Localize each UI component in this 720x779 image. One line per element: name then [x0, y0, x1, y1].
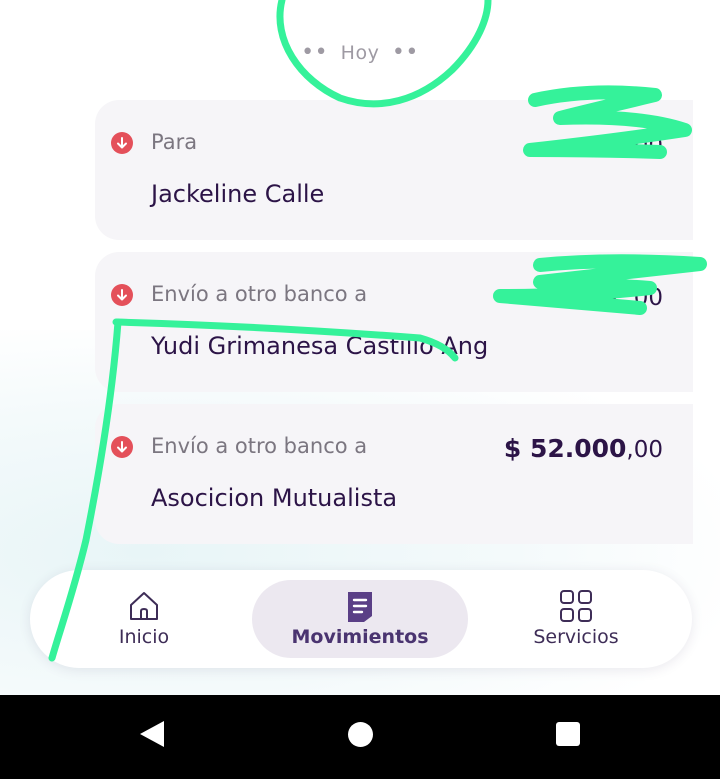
transaction-item[interactable]: Para Jackeline Calle $ ,00: [95, 100, 693, 240]
nav-label: Movimientos: [291, 626, 429, 648]
transaction-recipient: Asocicion Mutualista: [151, 484, 398, 512]
transaction-kind: Envío a otro banco a: [151, 282, 368, 306]
amount-cents: ,00: [626, 133, 663, 159]
back-icon[interactable]: [138, 719, 166, 749]
date-separator-dots-left: ••: [301, 40, 329, 65]
arrow-down-icon: [111, 436, 133, 458]
nav-label: Inicio: [118, 626, 170, 648]
nav-label: Servicios: [533, 626, 619, 648]
system-nav-bar: [0, 695, 720, 779]
transaction-item[interactable]: Envío a otro banco a Asocicion Mutualist…: [95, 404, 693, 544]
recents-icon[interactable]: [555, 721, 581, 747]
amount-main: $: [600, 130, 627, 159]
arrow-down-icon: [111, 132, 133, 154]
nav-item-servicios[interactable]: Servicios: [520, 580, 632, 658]
amount-main: $ 52.000: [503, 434, 627, 463]
date-separator-dots-right: ••: [391, 40, 419, 65]
transaction-recipient: Jackeline Calle: [151, 180, 325, 208]
bottom-nav: Inicio Movimientos Servicios: [30, 570, 692, 668]
date-separator: •• Hoy ••: [0, 40, 720, 65]
nav-item-inicio[interactable]: Inicio: [88, 580, 200, 658]
transaction-recipient: Yudi Grimanesa Castillo Ang: [151, 332, 489, 360]
transaction-amount: $ 52.000,00: [504, 434, 663, 463]
date-separator-label: Hoy: [340, 42, 380, 64]
home-circle-icon[interactable]: [347, 721, 374, 748]
document-list-icon: [348, 592, 372, 622]
transaction-kind: Para: [151, 130, 198, 154]
amount-main: $: [600, 282, 627, 311]
home-icon: [130, 592, 158, 620]
arrow-down-icon: [111, 284, 133, 306]
nav-item-movimientos[interactable]: Movimientos: [252, 580, 468, 658]
amount-cents: ,00: [626, 437, 663, 463]
transaction-item[interactable]: Envío a otro banco a Yudi Grimanesa Cast…: [95, 252, 693, 392]
amount-cents: ,00: [626, 285, 663, 311]
grid-icon: [560, 590, 592, 622]
transaction-amount: $ ,00: [600, 282, 663, 311]
transaction-kind: Envío a otro banco a: [151, 434, 368, 458]
transaction-amount: $ ,00: [600, 130, 663, 159]
